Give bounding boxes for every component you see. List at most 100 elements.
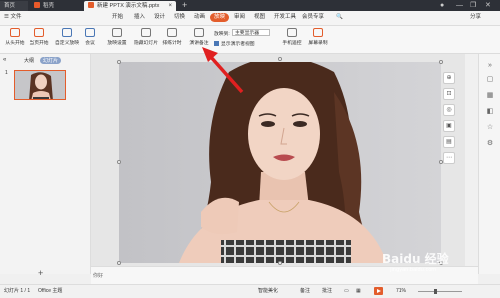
layer-icon[interactable]: ▣ (443, 120, 455, 132)
screen-record-label: 屏幕录制 (308, 41, 328, 46)
resize-handle-ml[interactable] (117, 160, 121, 164)
add-slide-button[interactable]: + (38, 268, 43, 278)
crop-icon[interactable]: ⊡ (443, 88, 455, 100)
monitor-select-value: 主要显示器 (235, 31, 259, 36)
property-icon[interactable]: ▦ (486, 92, 494, 100)
layout-icon[interactable]: ◧ (486, 108, 494, 116)
tab-bar: 首页 稻壳 新建 PPTX 演示文稿.pptx × + ● — ❐ ✕ (0, 0, 500, 11)
more-icon[interactable]: ⋯ (443, 152, 455, 164)
portrait-photo (119, 62, 441, 263)
watermark-url: jingyan.baidu.com (390, 267, 437, 273)
daoke-icon (34, 2, 40, 8)
resize-handle-tl[interactable] (117, 60, 121, 64)
menu-insert[interactable]: 插入 (134, 13, 145, 22)
menu-devtools[interactable]: 开发工具 (274, 13, 296, 22)
menu-transition[interactable]: 切换 (174, 13, 185, 22)
resize-handle-bm[interactable] (278, 261, 282, 265)
tab-document[interactable]: 新建 PPTX 演示文稿.pptx × (84, 1, 176, 11)
menu-design[interactable]: 设计 (154, 13, 165, 22)
notes-text: 你好 (93, 273, 104, 279)
ppt-file-icon (88, 2, 94, 8)
play-from-start-label: 从头开始 (5, 41, 25, 46)
slide-thumbnail[interactable] (14, 70, 66, 100)
tab-daoke[interactable]: 稻壳 (30, 1, 82, 11)
comments-toggle-button[interactable]: 批注 (322, 288, 332, 295)
collapse-panel-icon[interactable]: « (3, 57, 6, 63)
resize-handle-tr[interactable] (439, 60, 443, 64)
tab-document-label: 新建 PPTX 演示文稿.pptx (97, 3, 160, 9)
notes-toggle-button[interactable]: 备注 (300, 288, 310, 295)
meeting-button[interactable]: 会议 (82, 28, 98, 46)
menu-review[interactable]: 审阅 (234, 13, 245, 22)
play-icon (10, 28, 20, 37)
slide-canvas (91, 54, 465, 274)
grid-view-icon[interactable]: ▦ (356, 288, 361, 295)
phone-remote-button[interactable]: 手机遥控 (280, 28, 304, 46)
hide-slide-icon (141, 28, 151, 37)
new-tab-button[interactable]: + (182, 0, 187, 11)
play-current-button[interactable]: 当页开始 (28, 28, 50, 46)
minimize-button[interactable]: — (456, 0, 463, 11)
settings-icon[interactable]: ⚙ (486, 140, 494, 148)
custom-show-label: 自定义放映 (55, 41, 79, 46)
tab-home[interactable]: 首页 (0, 1, 28, 11)
menu-member[interactable]: 会员专享 (302, 13, 324, 22)
custom-show-button[interactable]: 自定义放映 (54, 28, 80, 46)
resize-handle-bl[interactable] (117, 261, 121, 265)
menu-start[interactable]: 开始 (112, 13, 123, 22)
avatar[interactable]: ● (440, 0, 444, 11)
play-slideshow-button[interactable] (374, 287, 383, 295)
close-tab-icon[interactable]: × (168, 1, 172, 11)
monitor-label: 放映到: (214, 32, 230, 37)
meeting-label: 会议 (85, 41, 95, 46)
slide-number: 1 (5, 70, 8, 76)
rotate-handle[interactable] (278, 57, 282, 61)
zoom-slider-knob[interactable] (434, 289, 437, 294)
picture-icon[interactable]: ▤ (443, 136, 455, 148)
tab-home-label: 首页 (4, 3, 16, 9)
animation-icon[interactable]: ☆ (486, 124, 494, 132)
expand-icon[interactable]: » (486, 62, 494, 70)
watermark-text: Baidu 经验 (382, 252, 449, 266)
template-icon[interactable]: ▢ (486, 76, 494, 84)
menu-bar: ☰ 文件 开始 插入 设计 切换 动画 放映 审阅 视图 开发工具 会员专享 🔍… (0, 11, 500, 26)
rehearse-label: 排练计时 (162, 41, 182, 46)
close-window-button[interactable]: ✕ (485, 0, 491, 11)
notes-icon (194, 28, 204, 37)
tab-daoke-label: 稻壳 (43, 3, 55, 9)
slides-panel: « 大纲 幻灯片 1 + (0, 54, 91, 278)
hide-slide-button[interactable]: 隐藏幻灯片 (132, 28, 160, 46)
timer-icon (167, 28, 177, 37)
menu-slideshow[interactable]: 放映 (210, 13, 230, 22)
thumbnail-photo (15, 71, 65, 99)
record-icon (313, 28, 323, 37)
play-from-start-button[interactable]: 从头开始 (4, 28, 26, 46)
menu-animation[interactable]: 动画 (194, 13, 205, 22)
shape-icon[interactable]: ◎ (443, 104, 455, 116)
theme-name: Office 主题 (38, 288, 63, 294)
zoom-slider[interactable] (418, 291, 462, 292)
show-settings-label: 放映设置 (107, 41, 127, 46)
tab-outline[interactable]: 大纲 (24, 57, 34, 64)
share-button[interactable]: 分享 (470, 13, 481, 22)
slide-image[interactable] (119, 62, 441, 263)
phone-icon (287, 28, 297, 37)
search-icon[interactable]: 🔍 (336, 13, 343, 22)
show-settings-button[interactable]: 放映设置 (104, 28, 130, 46)
meeting-icon (85, 28, 95, 37)
rehearse-button[interactable]: 排练计时 (160, 28, 184, 46)
zoom-icon[interactable]: ⊕ (443, 72, 455, 84)
screen-record-button[interactable]: 屏幕录制 (306, 28, 330, 46)
phone-remote-label: 手机遥控 (282, 41, 302, 46)
menu-view[interactable]: 视图 (254, 13, 265, 22)
play-current-label: 当页开始 (29, 41, 49, 46)
menu-file[interactable]: ☰ 文件 (4, 13, 21, 22)
restore-button[interactable]: ❐ (470, 0, 476, 11)
normal-view-icon[interactable]: ▭ (344, 288, 349, 295)
tab-slides[interactable]: 幻灯片 (40, 57, 62, 64)
custom-show-icon (62, 28, 72, 37)
beautify-button[interactable]: 智能美化 (258, 288, 278, 295)
monitor-select[interactable]: 主要显示器 (232, 29, 270, 36)
play-current-icon (34, 28, 44, 37)
settings-icon (112, 28, 122, 37)
